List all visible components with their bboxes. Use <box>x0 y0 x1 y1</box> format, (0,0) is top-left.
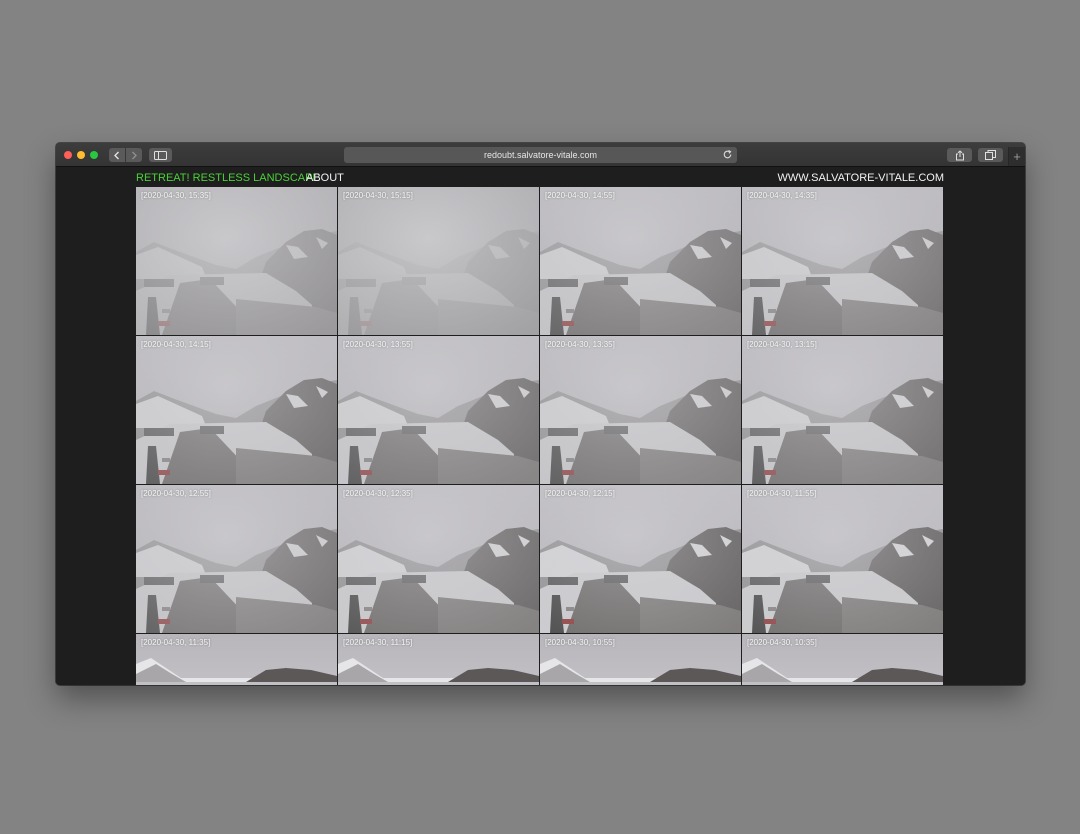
webcam-image-tile[interactable]: [2020-04-30, 10:35] <box>742 634 943 685</box>
webcam-image-tile[interactable]: [2020-04-30, 10:55] <box>540 634 741 685</box>
timestamp-label: [2020-04-30, 14:15] <box>141 340 211 349</box>
webcam-photo <box>540 485 741 633</box>
timestamp-label: [2020-04-30, 13:35] <box>545 340 615 349</box>
webcam-image-tile[interactable]: [2020-04-30, 13:15] <box>742 336 943 484</box>
timestamp-label: [2020-04-30, 13:15] <box>747 340 817 349</box>
webcam-photo <box>742 485 943 633</box>
timestamp-label: [2020-04-30, 11:55] <box>747 489 817 498</box>
share-icon <box>955 149 964 160</box>
timestamp-label: [2020-04-30, 13:55] <box>343 340 413 349</box>
tabs-icon <box>985 150 996 160</box>
plus-icon: + <box>1013 149 1021 164</box>
new-tab-button[interactable]: + <box>1008 147 1025 166</box>
timestamp-label: [2020-04-30, 10:35] <box>747 638 817 647</box>
show-tabs-button[interactable] <box>978 148 1003 162</box>
webcam-image-tile[interactable]: [2020-04-30, 15:35] <box>136 187 337 335</box>
webcam-photo <box>338 485 539 633</box>
browser-toolbar: redoubt.salvatore-vitale.com + <box>56 143 1025 167</box>
webcam-photo <box>136 187 337 335</box>
minimize-window-button[interactable] <box>77 151 85 159</box>
timestamp-label: [2020-04-30, 15:15] <box>343 191 413 200</box>
close-window-button[interactable] <box>64 151 72 159</box>
webcam-image-tile[interactable]: [2020-04-30, 11:15] <box>338 634 539 685</box>
share-button[interactable] <box>947 148 972 162</box>
timestamp-label: [2020-04-30, 12:15] <box>545 489 615 498</box>
webcam-photo <box>136 485 337 633</box>
address-bar[interactable]: redoubt.salvatore-vitale.com <box>344 147 737 163</box>
webcam-image-tile[interactable]: [2020-04-30, 14:15] <box>136 336 337 484</box>
sidebar-toggle-button[interactable] <box>149 148 172 162</box>
timestamp-label: [2020-04-30, 10:55] <box>545 638 615 647</box>
forward-button[interactable] <box>126 148 142 162</box>
timestamp-label: [2020-04-30, 12:55] <box>141 489 211 498</box>
webcam-photo <box>338 336 539 484</box>
reload-icon[interactable] <box>722 149 733 160</box>
timestamp-label: [2020-04-30, 11:15] <box>343 638 413 647</box>
address-text: redoubt.salvatore-vitale.com <box>483 150 598 160</box>
browser-window: redoubt.salvatore-vitale.com + RETREAT! … <box>56 143 1025 685</box>
webcam-image-tile[interactable]: [2020-04-30, 12:15] <box>540 485 741 633</box>
chevron-right-icon <box>132 151 137 159</box>
webcam-image-tile[interactable]: [2020-04-30, 11:35] <box>136 634 337 685</box>
webcam-image-tile[interactable]: [2020-04-30, 12:55] <box>136 485 337 633</box>
sidebar-icon <box>154 150 167 160</box>
webcam-photo <box>742 187 943 335</box>
webcam-photo <box>540 187 741 335</box>
timestamp-label: [2020-04-30, 14:35] <box>747 191 817 200</box>
back-button[interactable] <box>109 148 125 162</box>
site-title-link[interactable]: RETREAT! RESTLESS LANDSCAPE <box>136 172 320 184</box>
webcam-image-tile[interactable]: [2020-04-30, 14:35] <box>742 187 943 335</box>
zoom-window-button[interactable] <box>90 151 98 159</box>
webcam-image-tile[interactable]: [2020-04-30, 14:55] <box>540 187 741 335</box>
timestamp-label: [2020-04-30, 14:55] <box>545 191 615 200</box>
webcam-photo <box>338 187 539 335</box>
site-header: RETREAT! RESTLESS LANDSCAPE ABOUT WWW.SA… <box>136 172 944 186</box>
timestamp-label: [2020-04-30, 12:35] <box>343 489 413 498</box>
webcam-image-tile[interactable]: [2020-04-30, 13:55] <box>338 336 539 484</box>
webcam-image-grid: [2020-04-30, 15:35] [2020-04-30, 15:15] <box>136 187 944 685</box>
timestamp-label: [2020-04-30, 15:35] <box>141 191 211 200</box>
webcam-image-tile[interactable]: [2020-04-30, 15:15] <box>338 187 539 335</box>
webcam-photo <box>742 336 943 484</box>
timestamp-label: [2020-04-30, 11:35] <box>141 638 211 647</box>
webcam-image-tile[interactable]: [2020-04-30, 12:35] <box>338 485 539 633</box>
webcam-image-tile[interactable]: [2020-04-30, 13:35] <box>540 336 741 484</box>
chevron-left-icon <box>114 151 119 159</box>
webcam-photo <box>540 336 741 484</box>
webcam-image-tile[interactable]: [2020-04-30, 11:55] <box>742 485 943 633</box>
page-content: RETREAT! RESTLESS LANDSCAPE ABOUT WWW.SA… <box>56 168 1025 685</box>
external-site-link[interactable]: WWW.SALVATORE-VITALE.COM <box>778 172 944 184</box>
webcam-photo <box>136 336 337 484</box>
about-link[interactable]: ABOUT <box>306 172 344 184</box>
